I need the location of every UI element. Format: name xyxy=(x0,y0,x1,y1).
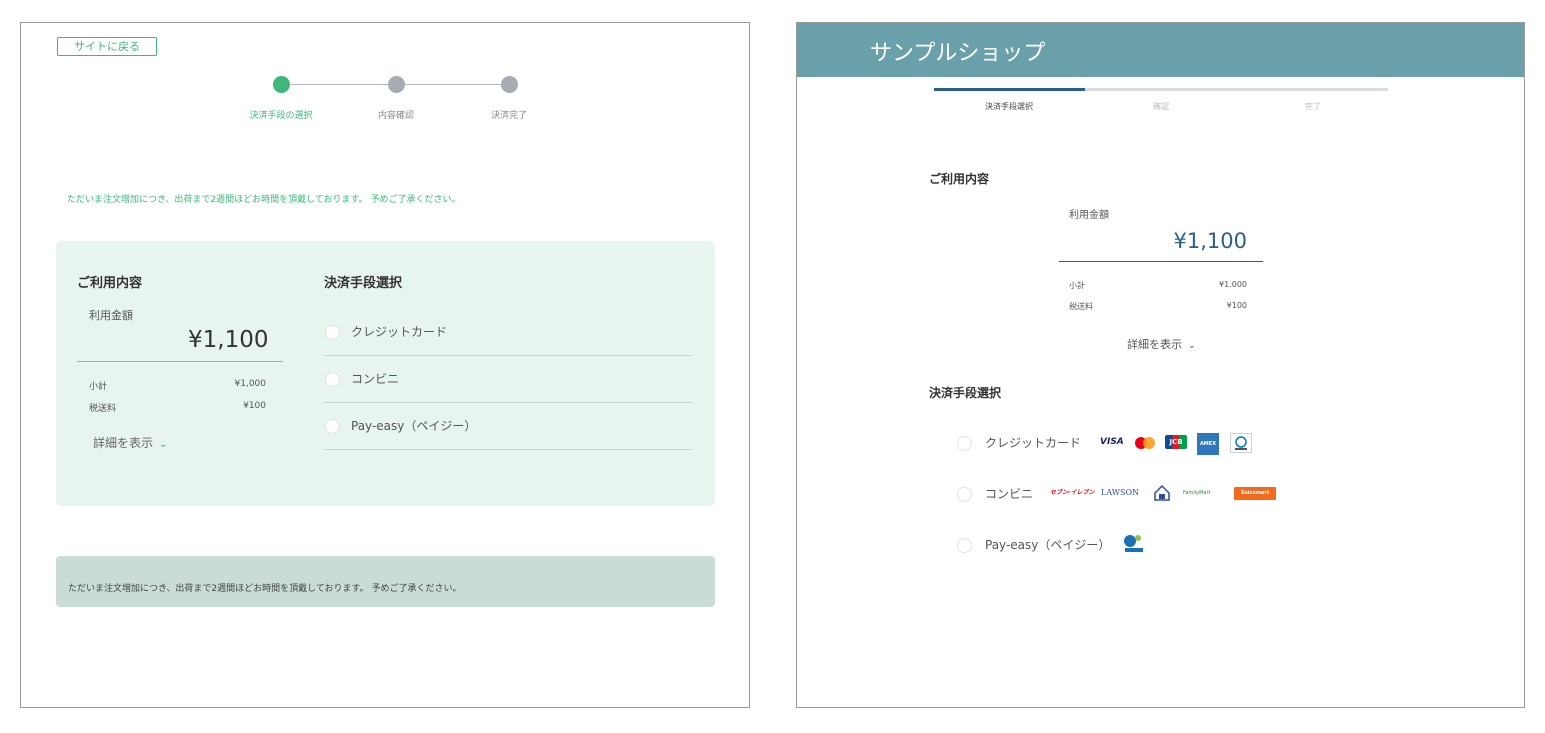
payment-option-pay-easy[interactable]: Pay-easy（ペイジー） xyxy=(957,535,1197,555)
payment-option-label: コンビニ xyxy=(351,372,400,386)
payment-option-label: Pay-easy（ペイジー） xyxy=(985,538,1111,552)
progress-bar xyxy=(934,88,1388,91)
payment-option-pay-easy[interactable]: Pay-easy（ペイジー） xyxy=(324,403,692,450)
radio-button[interactable] xyxy=(957,487,972,502)
payment-heading: 決済手段選択 xyxy=(929,386,1002,400)
step-label-3: 完了 xyxy=(1305,102,1321,111)
payment-option-credit-card[interactable]: クレジットカード VISA JCB AMEX xyxy=(957,433,1297,455)
payment-heading: 決済手段選択 xyxy=(324,276,403,291)
summary-heading: ご利用内容 xyxy=(929,172,990,186)
step-connector xyxy=(404,84,510,85)
amount-label: 利用金額 xyxy=(89,309,133,322)
jcb-logo-icon: JCB xyxy=(1165,435,1187,449)
step-label-2: 確認 xyxy=(1153,102,1169,111)
step-dot-3 xyxy=(501,76,518,93)
divider xyxy=(1059,261,1263,262)
step-dot-2 xyxy=(388,76,405,93)
ministop-logo-icon xyxy=(1153,484,1171,502)
order-box: ご利用内容 利用金額 ¥1,100 小計 ¥1,000 税送料 ¥100 詳細を… xyxy=(56,241,715,506)
radio-button[interactable] xyxy=(325,372,340,387)
shipping-value: ¥100 xyxy=(243,401,266,411)
divider xyxy=(77,361,283,362)
summary-heading: ご利用内容 xyxy=(77,276,143,291)
payment-option-convenience-store[interactable]: コンビニ xyxy=(324,356,692,403)
shipping-label: 税送料 xyxy=(1069,302,1093,311)
radio-button[interactable] xyxy=(325,419,340,434)
chevron-down-icon: ⌄ xyxy=(159,439,168,450)
step-label-3: 決済完了 xyxy=(490,111,528,121)
notice-text: ただいま注文増加につき、出荷まで2週間ほどお時間を頂戴しております。 予めご了承… xyxy=(68,584,462,594)
payment-option-convenience-store[interactable]: コンビニ セブン-イレブン LAWSON FamilyMart Seicomar… xyxy=(957,484,1297,504)
show-details-label: 詳細を表示 xyxy=(93,436,154,450)
seicomart-logo-icon: Seicomart xyxy=(1234,487,1276,500)
shipping-label: 税送料 xyxy=(89,404,117,414)
radio-button[interactable] xyxy=(957,538,972,553)
payment-option-credit-card[interactable]: クレジットカード xyxy=(324,309,692,356)
lawson-logo-icon: LAWSON xyxy=(1101,488,1140,497)
seven-eleven-logo-icon: セブン-イレブン xyxy=(1050,489,1095,496)
step-indicator: 決済手段の選択 内容確認 決済完了 xyxy=(233,73,527,123)
step-label-2: 内容確認 xyxy=(377,111,415,121)
show-details-link[interactable]: 詳細を表示 ⌄ xyxy=(1127,336,1196,352)
back-to-site-button[interactable]: サイトに戻る xyxy=(57,37,157,56)
notice-banner: ただいま注文増加につき、出荷まで2週間ほどお時間を頂戴しております。 予めご了承… xyxy=(56,556,715,607)
step-label-1: 決済手段選択 xyxy=(985,102,1033,111)
payment-option-label: クレジットカード xyxy=(985,436,1082,450)
step-dot-1 xyxy=(273,76,290,93)
visa-logo-icon: VISA xyxy=(1100,437,1124,447)
show-details-label: 詳細を表示 xyxy=(1127,338,1182,351)
radio-button[interactable] xyxy=(957,436,972,451)
diners-club-logo-icon xyxy=(1230,433,1252,453)
shipping-notice: ただいま注文増加につき、出荷まで2週間ほどお時間を頂戴しております。 予めご了承… xyxy=(67,195,461,205)
step-connector xyxy=(291,84,397,85)
payment-option-label: クレジットカード xyxy=(351,325,448,339)
amex-logo-icon: AMEX xyxy=(1197,433,1219,455)
pay-easy-logo-icon xyxy=(1121,532,1147,554)
subtotal-value: ¥1,000 xyxy=(234,379,267,389)
total-amount: ¥1,100 xyxy=(188,327,269,353)
payment-option-label: コンビニ xyxy=(985,487,1034,501)
shipping-value: ¥100 xyxy=(1226,301,1247,310)
radio-button[interactable] xyxy=(325,325,340,340)
show-details-link[interactable]: 詳細を表示 ⌄ xyxy=(93,434,167,451)
payment-option-label: Pay-easy（ペイジー） xyxy=(351,419,477,433)
step-label-1: 決済手段の選択 xyxy=(249,111,313,121)
total-amount: ¥1,100 xyxy=(1173,229,1247,253)
subtotal-label: 小計 xyxy=(89,382,108,392)
shop-title: サンプルショップ xyxy=(870,41,1046,66)
subtotal-value: ¥1.000 xyxy=(1219,280,1247,289)
progress-fill xyxy=(934,88,1085,91)
familymart-logo-icon: FamilyMart xyxy=(1183,490,1211,496)
subtotal-label: 小計 xyxy=(1069,281,1085,290)
checkout-panel-teal: サンプルショップ 決済手段選択 確認 完了 ご利用内容 利用金額 ¥1,100 … xyxy=(796,22,1525,708)
amount-label: 利用金額 xyxy=(1069,210,1109,221)
chevron-down-icon: ⌄ xyxy=(1188,341,1196,351)
mastercard-logo-icon xyxy=(1134,437,1156,449)
shop-header: サンプルショップ xyxy=(797,23,1524,77)
checkout-panel-green: サイトに戻る 決済手段の選択 内容確認 決済完了 ただいま注文増加につき、出荷ま… xyxy=(20,22,750,708)
